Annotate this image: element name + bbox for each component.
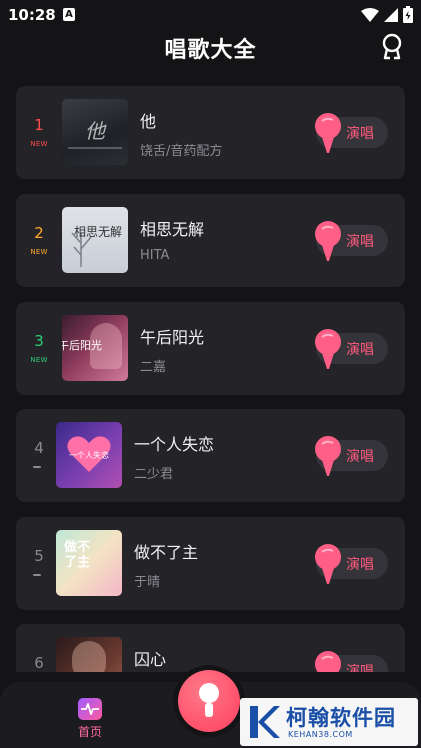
album-cover[interactable]: 午后阳光 xyxy=(62,315,128,381)
song-row[interactable]: 5 做不了主 做不了主 于晴 演唱 xyxy=(16,517,405,610)
center-sing-button[interactable] xyxy=(178,670,240,732)
watermark-url: KEHAN38.COM xyxy=(288,730,353,739)
tab-home[interactable]: 首页 xyxy=(70,698,110,744)
song-artist: 二少君 xyxy=(134,467,174,482)
status-time: 10:28 xyxy=(8,6,56,24)
notification-badge: A xyxy=(63,8,75,21)
song-row[interactable]: 3 NEW 午后阳光 午后阳光 二嘉 演唱 xyxy=(16,302,405,395)
sing-label: 演唱 xyxy=(346,126,374,142)
song-artist: HITA xyxy=(140,248,170,263)
cover-text: 他 xyxy=(85,119,105,143)
person-outline-icon[interactable] xyxy=(378,32,406,62)
sing-label: 演唱 xyxy=(346,557,374,573)
song-artist: 饶舌/音药配方 xyxy=(140,144,223,159)
album-cover[interactable]: 相思无解 xyxy=(62,207,128,273)
sing-button[interactable]: 演唱 xyxy=(315,651,388,672)
rank-number: 4 xyxy=(34,439,44,457)
cover-stripe xyxy=(68,147,122,149)
song-list[interactable]: 1 NEW 他 他 饶舌/音药配方 演唱 2 NEW 相思无解 相思无解 HIT… xyxy=(0,86,421,672)
new-badge: NEW xyxy=(30,140,48,148)
sing-button[interactable]: 演唱 xyxy=(315,113,388,153)
cover-text: 一个人失恋 xyxy=(69,451,109,460)
signal-icon xyxy=(384,8,398,22)
rank-number: 5 xyxy=(34,547,44,565)
app-header: 唱歌大全 xyxy=(0,30,421,66)
sing-button[interactable]: 演唱 xyxy=(315,221,388,261)
rank-number: 1 xyxy=(34,116,44,134)
cover-text: 相思无解 xyxy=(73,225,122,239)
kehan-logo-icon xyxy=(250,706,280,738)
album-cover[interactable]: 他 xyxy=(62,99,128,165)
cover-figure xyxy=(72,641,106,672)
song-row[interactable]: 6 囚心 演唱 xyxy=(16,624,405,672)
microphone-icon xyxy=(315,221,341,261)
sing-label: 演唱 xyxy=(346,664,374,672)
microphone-icon xyxy=(315,113,341,153)
sing-label: 演唱 xyxy=(346,449,374,465)
rank-number: 3 xyxy=(34,332,44,350)
sing-button[interactable]: 演唱 xyxy=(315,329,388,369)
microphone-icon xyxy=(315,329,341,369)
song-artist: 二嘉 xyxy=(140,360,167,375)
song-title: 囚心 xyxy=(134,650,167,669)
sing-label: 演唱 xyxy=(346,234,374,250)
rank-unchanged-dash xyxy=(33,574,41,576)
sing-label: 演唱 xyxy=(346,342,374,358)
sing-button[interactable]: 演唱 xyxy=(315,544,388,584)
watermark-name: 柯翰软件园 xyxy=(286,706,396,730)
cover-text: 午后阳光 xyxy=(62,339,102,352)
rank-number: 6 xyxy=(34,654,44,672)
microphone-icon xyxy=(315,651,341,672)
album-cover[interactable]: 一个人失恋 xyxy=(56,422,122,488)
song-row[interactable]: 4 一个人失恋 一个人失恋 二少君 演唱 xyxy=(16,409,405,502)
album-cover[interactable]: 做不了主 xyxy=(56,530,122,596)
song-row[interactable]: 1 NEW 他 他 饶舌/音药配方 演唱 xyxy=(16,86,405,179)
album-cover[interactable] xyxy=(56,637,122,672)
song-title: 一个人失恋 xyxy=(134,435,215,454)
pulse-wave-icon xyxy=(78,698,102,720)
rank-number: 2 xyxy=(34,224,44,242)
cover-text: 做不了主 xyxy=(63,540,90,570)
microphone-icon xyxy=(199,683,219,717)
song-title: 他 xyxy=(140,112,157,131)
new-badge: NEW xyxy=(30,248,48,256)
song-artist: 于晴 xyxy=(134,575,161,590)
new-badge: NEW xyxy=(30,356,48,364)
microphone-icon xyxy=(315,544,341,584)
song-row[interactable]: 2 NEW 相思无解 相思无解 HITA 演唱 xyxy=(16,194,405,287)
microphone-icon xyxy=(315,436,341,476)
watermark: 柯翰软件园 KEHAN38.COM xyxy=(240,698,418,746)
wifi-icon xyxy=(361,8,379,22)
page-title: 唱歌大全 xyxy=(164,38,257,63)
rank-unchanged-dash xyxy=(33,466,41,468)
tab-home-label: 首页 xyxy=(77,725,102,739)
song-title: 做不了主 xyxy=(134,543,199,562)
battery-icon xyxy=(403,6,413,23)
sing-button[interactable]: 演唱 xyxy=(315,436,388,476)
song-title: 午后阳光 xyxy=(140,328,205,347)
song-title: 相思无解 xyxy=(140,220,205,239)
status-bar: 10:28 A xyxy=(0,0,421,30)
